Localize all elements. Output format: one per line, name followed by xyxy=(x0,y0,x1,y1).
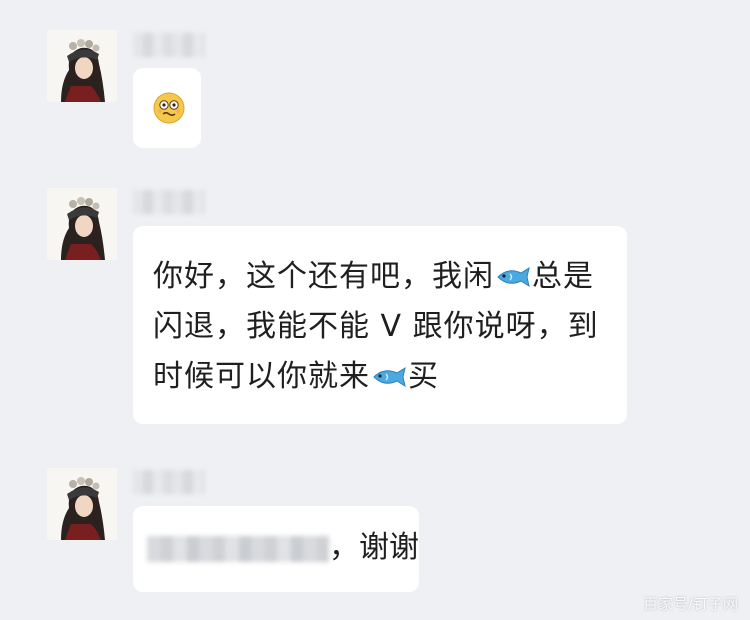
watermark: 百家号/钉子网 xyxy=(642,595,738,613)
message-text-segment: 你好，这个还有吧，我闲 xyxy=(153,259,494,294)
message-text: ，谢谢 xyxy=(329,530,419,565)
message-text: 你好，这个还有吧，我闲 总是闪退，我能不能 V 跟你说呀，到时候可以你就来买 xyxy=(153,252,623,402)
sender-name-redacted xyxy=(133,33,205,57)
avatar[interactable] xyxy=(47,468,117,540)
message-bubble[interactable]: ，谢谢 xyxy=(133,506,419,592)
sender-name-redacted xyxy=(133,470,205,494)
avatar-image xyxy=(47,188,117,260)
message-bubble[interactable]: 你好，这个还有吧，我闲 总是闪退，我能不能 V 跟你说呀，到时候可以你就来买 xyxy=(133,226,627,424)
fish-icon xyxy=(497,266,530,288)
redacted-text xyxy=(147,536,329,562)
shocked-face-icon xyxy=(153,92,185,124)
avatar-image xyxy=(47,30,117,102)
message-bubble[interactable] xyxy=(133,68,201,148)
sender-name-redacted xyxy=(133,190,205,214)
message-text-segment: 买 xyxy=(408,359,439,394)
avatar[interactable] xyxy=(47,30,117,102)
avatar[interactable] xyxy=(47,188,117,260)
fish-icon xyxy=(373,366,406,388)
avatar-image xyxy=(47,468,117,540)
